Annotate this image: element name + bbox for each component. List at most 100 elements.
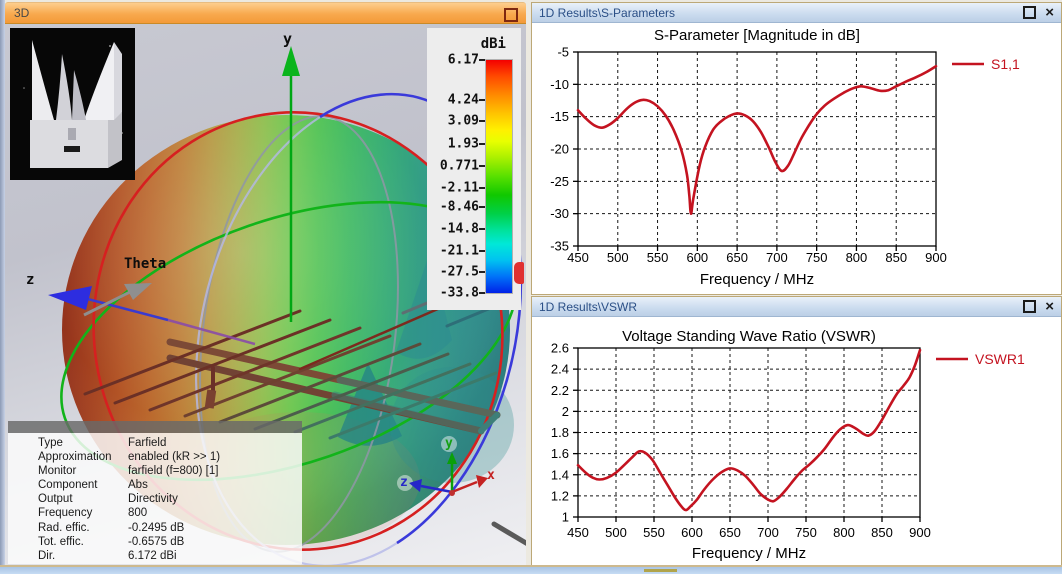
colorbar-tick-label: -2.11 <box>439 180 479 196</box>
farfield-info-table: Type Farfield Approximation enabled (kR >> … <box>8 421 302 564</box>
svg-text:-20: -20 <box>550 142 569 157</box>
colorbar-tick-label: 0.771 <box>439 158 479 174</box>
maximize-icon[interactable] <box>1023 6 1037 19</box>
svg-text:Frequency / MHz: Frequency / MHz <box>700 271 814 288</box>
vswr-result-window: 1D Results\VSWR × 450 500 550 600 650 700 750 8… <box>531 296 1062 567</box>
info-table-row: Type Farfield <box>38 437 167 449</box>
close-icon[interactable]: × <box>1045 5 1054 20</box>
svg-text:500: 500 <box>607 250 629 265</box>
widget-y-label: y <box>445 436 453 451</box>
info-table-row: Rad. effic. -0.2495 dB <box>38 521 185 534</box>
svg-text:VSWR1: VSWR1 <box>975 351 1025 367</box>
svg-text:-5: -5 <box>557 45 569 60</box>
colorbar-tick-mark <box>479 205 485 208</box>
colorbar-tick-mark <box>479 292 485 294</box>
close-icon[interactable]: × <box>1045 299 1054 314</box>
widget-z-label: z <box>400 475 408 490</box>
svg-text:1: 1 <box>562 510 569 525</box>
svg-text:1.4: 1.4 <box>551 467 569 482</box>
vswr-window-title: 1D Results\VSWR <box>539 299 638 314</box>
svg-text:S-Parameter [Magnitude in dB]: S-Parameter [Magnitude in dB] <box>654 27 860 44</box>
svg-text:500: 500 <box>605 525 627 540</box>
sparam-window-title: 1D Results\S-Parameters <box>539 5 676 20</box>
svg-text:750: 750 <box>806 250 828 265</box>
sparam-window-titlebar[interactable]: 1D Results\S-Parameters × <box>532 3 1061 23</box>
svg-text:650: 650 <box>719 525 741 540</box>
svg-text:-25: -25 <box>550 174 569 189</box>
info-table-row: Approximation enabled (kR >> 1) <box>38 451 221 464</box>
svg-text:600: 600 <box>686 250 708 265</box>
svg-text:Voltage Standing Wave Ratio (V: Voltage Standing Wave Ratio (VSWR) <box>622 328 876 345</box>
scrollbar-thumb[interactable] <box>644 569 677 572</box>
colorbar-tick-mark <box>479 142 485 145</box>
svg-text:2: 2 <box>562 404 569 419</box>
svg-text:2.4: 2.4 <box>551 362 569 377</box>
antenna-photo-inset <box>10 28 135 180</box>
svg-text:550: 550 <box>647 250 669 265</box>
svg-text:800: 800 <box>846 250 868 265</box>
colorbar-tick-label: -21.1 <box>439 243 479 259</box>
svg-text:550: 550 <box>643 525 665 540</box>
svg-text:450: 450 <box>567 250 589 265</box>
svg-text:1.2: 1.2 <box>551 488 569 503</box>
svg-text:450: 450 <box>567 525 589 540</box>
info-table-row: Component Abs <box>38 479 148 492</box>
svg-text:2.6: 2.6 <box>551 341 569 356</box>
svg-text:-15: -15 <box>550 109 569 124</box>
colorbar-tick-label: -8.46 <box>439 199 479 215</box>
z-axis-label: z <box>26 272 35 288</box>
colorbar-tick-mark <box>479 271 485 274</box>
info-table-header-strip <box>8 421 302 433</box>
cst-mdi-workspace: 3D y z Theta y z x dBi 6.17 4.24 3.09 1.… <box>0 0 1062 574</box>
colorbar-unit-label: dBi <box>480 36 506 52</box>
colorbar-tick-label: -27.5 <box>439 264 479 280</box>
svg-text:600: 600 <box>681 525 703 540</box>
info-table-row: Frequency 800 <box>38 507 148 520</box>
colorbar-tick-mark <box>479 165 485 167</box>
colorbar-tick-label: 4.24 <box>447 92 479 108</box>
colorbar-tick-mark <box>479 119 485 122</box>
colorbar-tick-label: 3.09 <box>447 113 479 129</box>
workspace-bottom-strip <box>0 567 1062 574</box>
sparam-chart[interactable]: 450 500 550 600 650 700 750 800 850 900 -5 -10 -15 -2… <box>532 23 1059 291</box>
info-table-row: Output Directivity <box>38 493 178 506</box>
y-axis-label: y <box>283 30 293 48</box>
svg-text:S1,1: S1,1 <box>991 56 1020 72</box>
colorbar-tick-mark <box>479 227 485 230</box>
maximize-icon[interactable] <box>504 8 518 22</box>
colorbar-tick-label: -33.8 <box>439 285 479 301</box>
info-table-row: Monitor farfield (f=800) [1] <box>38 465 219 478</box>
vswr-chart[interactable]: 450 500 550 600 650 700 750 800 850 900 2.6 2.4 2.2 2… <box>532 317 1059 563</box>
3d-window-title: 3D <box>14 6 30 20</box>
colorbar-tick-mark <box>479 187 485 190</box>
svg-text:850: 850 <box>871 525 893 540</box>
vswr-window-titlebar[interactable]: 1D Results\VSWR × <box>532 297 1061 317</box>
colorbar-tick-label: 6.17 <box>447 52 479 68</box>
colorbar-tick-mark <box>479 250 485 253</box>
colorbar-tick-mark <box>479 59 485 61</box>
svg-text:900: 900 <box>909 525 931 540</box>
svg-text:2.2: 2.2 <box>551 383 569 398</box>
colorbar-tick-label: 1.93 <box>447 136 479 152</box>
svg-text:750: 750 <box>795 525 817 540</box>
svg-text:-10: -10 <box>550 77 569 92</box>
clipped-axis-marker <box>514 262 524 284</box>
svg-text:Frequency / MHz: Frequency / MHz <box>692 545 806 562</box>
svg-text:650: 650 <box>726 250 748 265</box>
svg-text:-35: -35 <box>550 239 569 254</box>
colorbar-tick-mark <box>479 98 485 101</box>
widget-x-label: x <box>487 468 495 483</box>
info-table-row: Dir. 6.172 dBi <box>38 549 177 562</box>
svg-text:-30: -30 <box>550 206 569 221</box>
svg-text:1.8: 1.8 <box>551 425 569 440</box>
info-table-row: Tot. effic. -0.6575 dB <box>38 535 185 548</box>
3d-window-titlebar[interactable]: 3D <box>5 2 526 24</box>
colorbar-gradient <box>485 59 513 294</box>
maximize-icon[interactable] <box>1023 300 1037 313</box>
svg-text:1.6: 1.6 <box>551 446 569 461</box>
sparam-result-window: 1D Results\S-Parameters × 450 500 550 600 65… <box>531 2 1062 295</box>
svg-text:700: 700 <box>766 250 788 265</box>
theta-label: Theta <box>124 256 167 272</box>
svg-text:850: 850 <box>885 250 907 265</box>
svg-text:900: 900 <box>925 250 947 265</box>
